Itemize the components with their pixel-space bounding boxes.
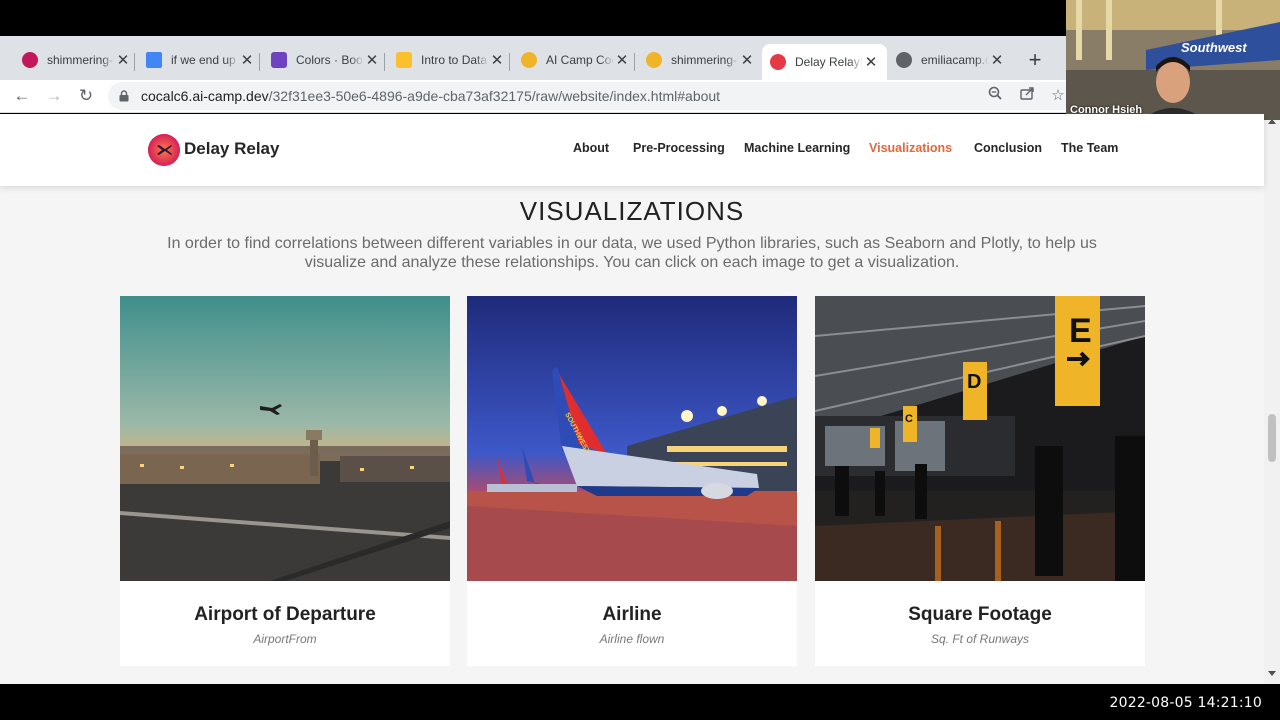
nav-link-machine-learning[interactable]: Machine Learning xyxy=(744,141,850,155)
browser-tab[interactable]: Colors · Boot ✕ xyxy=(263,44,388,76)
video-background-sign: Southwest xyxy=(1181,40,1247,55)
visualization-card-airport[interactable]: Airport of Departure AirportFrom xyxy=(120,296,450,666)
tab-title: Intro to Data xyxy=(421,53,488,67)
card-subtitle: Airline flown xyxy=(599,632,665,646)
browser-tab-active[interactable]: Delay Relay! ✕ xyxy=(762,44,887,80)
tab-title: if we end up xyxy=(171,53,236,67)
gate-d-sign: D xyxy=(967,371,981,393)
browser-tab[interactable]: Intro to Data ✕ xyxy=(388,44,513,76)
tab-favicon-icon xyxy=(521,52,537,68)
visualization-card-airline[interactable]: SOUTHWEST Airline Airline flown xyxy=(467,296,797,666)
nav-link-visualizations[interactable]: Visualizations xyxy=(869,141,952,155)
tab-title: Delay Relay! xyxy=(795,55,863,69)
nav-link-about[interactable]: About xyxy=(573,141,609,155)
close-icon[interactable]: ✕ xyxy=(989,51,1005,69)
card-title: Airline xyxy=(602,604,662,625)
tab-favicon-icon xyxy=(396,52,412,68)
webpage: Delay Relay About Pre-Processing Machine… xyxy=(0,114,1280,684)
card-subtitle: AirportFrom xyxy=(253,632,317,646)
participant-video: Southwest Connor Hsieh xyxy=(1066,0,1280,120)
participant-video-frame: Southwest xyxy=(1066,0,1280,120)
tab-title: Colors · Boot xyxy=(296,53,364,67)
url-text: cocalc6.ai-camp.dev/32f31ee3-50e6-4896-a… xyxy=(141,88,721,104)
share-icon[interactable] xyxy=(1017,86,1037,106)
close-icon[interactable]: ✕ xyxy=(614,51,630,69)
gate-e-sign: E xyxy=(1069,312,1092,350)
screen-recording: shimmering- ✕ if we end up ✕ Colors · Bo… xyxy=(0,0,1280,720)
browser-tab[interactable]: if we end up ✕ xyxy=(138,44,263,76)
brand-name[interactable]: Delay Relay xyxy=(184,139,279,159)
tab-favicon-icon xyxy=(146,52,162,68)
card-title: Square Footage xyxy=(908,604,1052,625)
tab-favicon-icon xyxy=(770,54,786,70)
star-icon[interactable]: ☆ xyxy=(1048,86,1068,106)
close-icon[interactable]: ✕ xyxy=(863,53,879,71)
lock-icon xyxy=(119,90,129,102)
card-subtitle: Sq. Ft of Runways xyxy=(930,632,1030,646)
nav-link-pre-processing[interactable]: Pre-Processing xyxy=(633,141,725,155)
close-icon[interactable]: ✕ xyxy=(115,51,131,69)
gate-c-sign: C xyxy=(905,413,913,425)
tab-title: shimmering- xyxy=(671,53,738,67)
tab-favicon-icon xyxy=(646,52,662,68)
southwest-plane-photo[interactable]: SOUTHWEST xyxy=(467,296,797,581)
address-bar[interactable]: cocalc6.ai-camp.dev/32f31ee3-50e6-4896-a… xyxy=(108,82,1080,110)
recording-timestamp: 2022-08-05 14:21:10 xyxy=(1109,695,1262,711)
reload-icon[interactable]: ↻ xyxy=(74,84,98,108)
site-navbar: Delay Relay About Pre-Processing Machine… xyxy=(0,114,1264,186)
nav-link-the-team[interactable]: The Team xyxy=(1061,141,1118,155)
close-icon[interactable]: ✕ xyxy=(239,51,255,69)
tab-title: shimmering- xyxy=(47,53,114,67)
scroll-down-icon[interactable] xyxy=(1268,671,1276,676)
browser-tab[interactable]: AI Camp Coc ✕ xyxy=(513,44,638,76)
scroll-thumb[interactable] xyxy=(1268,414,1276,462)
terminal-gates-photo[interactable]: E D C xyxy=(815,296,1145,581)
nav-link-conclusion[interactable]: Conclusion xyxy=(974,141,1042,155)
tab-favicon-icon xyxy=(271,52,287,68)
zoom-icon[interactable] xyxy=(985,86,1005,106)
browser-tab[interactable]: shimmering- ✕ xyxy=(638,44,763,76)
globe-icon xyxy=(896,52,912,68)
section-subtitle: In order to find correlations between di… xyxy=(167,235,1097,271)
logo-icon[interactable] xyxy=(148,134,180,166)
new-tab-icon[interactable]: + xyxy=(1024,49,1046,72)
close-icon[interactable]: ✕ xyxy=(739,51,755,69)
back-icon[interactable]: ← xyxy=(10,84,34,108)
tab-favicon-icon xyxy=(22,52,38,68)
section-title: VISUALIZATIONS xyxy=(519,196,745,226)
visualization-card-square-footage[interactable]: E D C Square Footage Sq. Ft of Runways xyxy=(815,296,1145,666)
tab-title: AI Camp Coc xyxy=(546,53,614,67)
close-icon[interactable]: ✕ xyxy=(489,51,505,69)
browser-tab[interactable]: shimmering- ✕ xyxy=(14,44,139,76)
tab-title: emiliacamp.c xyxy=(921,53,989,67)
browser-tab[interactable]: emiliacamp.c ✕ xyxy=(888,44,1013,76)
page-scrollbar[interactable] xyxy=(1264,114,1280,684)
card-title: Airport of Departure xyxy=(194,604,376,625)
airport-photo[interactable] xyxy=(120,296,450,581)
close-icon[interactable]: ✕ xyxy=(364,51,380,69)
forward-icon[interactable]: → xyxy=(42,84,66,108)
